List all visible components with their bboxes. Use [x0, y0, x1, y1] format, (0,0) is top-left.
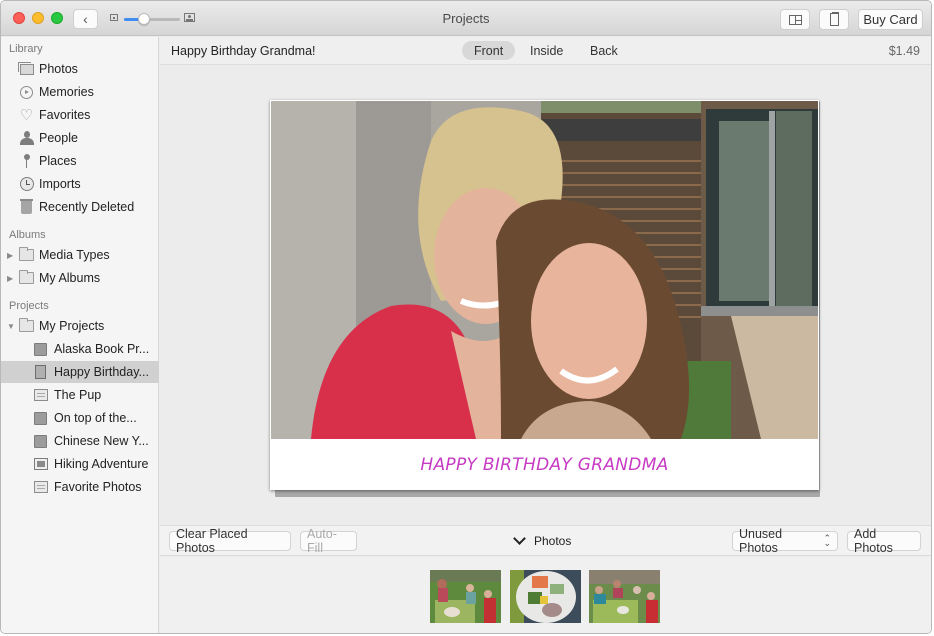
- price-label: $1.49: [888, 44, 920, 58]
- card-icon: [829, 12, 839, 26]
- disclosure-right-icon[interactable]: ▶: [7, 274, 13, 283]
- auto-fill-button[interactable]: Auto-Fill: [300, 527, 357, 555]
- clock-icon: [19, 177, 34, 191]
- updown-chevron-icon: ⌃ ⌄: [823, 532, 831, 548]
- sidebar-item-favorites[interactable]: ♡ Favorites: [1, 104, 159, 126]
- sidebar-item-places[interactable]: Places: [1, 150, 159, 172]
- sidebar-item-on-top-of-the[interactable]: On top of the...: [1, 407, 159, 429]
- folder-icon: [19, 247, 34, 261]
- folder-icon: [19, 270, 34, 284]
- calendar-icon: [33, 481, 48, 493]
- disclosure-right-icon[interactable]: ▶: [7, 251, 13, 260]
- project-header: Happy Birthday Grandma! Front Inside Bac…: [160, 37, 931, 65]
- person-icon: [19, 131, 34, 145]
- sidebar-item-label: My Projects: [39, 319, 105, 333]
- sidebar-item-memories[interactable]: Memories: [1, 81, 159, 103]
- pin-icon: [23, 154, 31, 168]
- sidebar-item-label: On top of the...: [54, 411, 137, 425]
- tab-front[interactable]: Front: [462, 41, 516, 60]
- layout-icon: [788, 14, 802, 25]
- sidebar-item-label: Hiking Adventure: [54, 457, 149, 471]
- book-icon: [34, 342, 47, 356]
- add-photos-button[interactable]: Add Photos: [847, 527, 921, 555]
- sidebar-item-label: The Pup: [54, 388, 102, 402]
- sidebar-item-my-albums[interactable]: ▶ My Albums: [1, 267, 159, 289]
- photo-thumbnail[interactable]: [589, 570, 660, 623]
- card-format-button[interactable]: [819, 9, 849, 30]
- disclosure-down-icon[interactable]: ▼: [7, 322, 15, 331]
- sidebar-item-label: Media Types: [39, 248, 110, 262]
- sidebar-item-alaska-book[interactable]: Alaska Book Pr...: [1, 338, 159, 360]
- photo-filter-select[interactable]: Unused Photos ⌃ ⌄: [732, 527, 838, 555]
- sidebar-item-label: Alaska Book Pr...: [54, 342, 150, 356]
- buy-card-button[interactable]: Buy Card: [858, 9, 923, 30]
- calendar-icon: [33, 389, 48, 401]
- sidebar-item-media-types[interactable]: ▶ Media Types: [1, 244, 159, 266]
- sidebar-item-the-pup[interactable]: The Pup: [1, 384, 159, 406]
- project-title: Happy Birthday Grandma!: [171, 44, 316, 58]
- sidebar-item-label: Memories: [39, 85, 94, 99]
- clear-placed-photos-button[interactable]: Clear Placed Photos: [169, 527, 291, 555]
- photos-toggle[interactable]: Photos: [513, 532, 572, 548]
- card-canvas: HAPPY BIRTHDAY GRANDMA Options: [160, 66, 931, 554]
- tab-back[interactable]: Back: [578, 41, 630, 60]
- heart-icon: ♡: [19, 106, 34, 124]
- photos-icon: [17, 61, 34, 75]
- book-icon: [34, 434, 47, 448]
- photo-thumbnail[interactable]: [430, 570, 501, 623]
- sidebar-item-label: Recently Deleted: [39, 200, 135, 214]
- photos-window: ‹ Projects Buy Card Library Photos Memor…: [0, 0, 932, 634]
- sidebar-item-happy-birthday[interactable]: Happy Birthday...: [1, 361, 159, 383]
- sidebar-item-label: My Albums: [39, 271, 101, 285]
- sidebar-item-label: Chinese New Y...: [54, 434, 149, 448]
- sidebar-item-label: Favorites: [39, 108, 91, 122]
- sidebar-item-imports[interactable]: Imports: [1, 173, 159, 195]
- layout-button[interactable]: [780, 9, 810, 30]
- sidebar-item-hiking-adventure[interactable]: Hiking Adventure: [1, 453, 159, 475]
- chevron-down-icon: [513, 532, 526, 545]
- folder-icon: [19, 318, 34, 332]
- sidebar-item-label: Photos: [39, 62, 78, 76]
- section-label-albums: Albums: [9, 229, 46, 241]
- sidebar-item-my-projects[interactable]: ▼ My Projects: [1, 315, 159, 337]
- photo-tray: [160, 557, 931, 633]
- sidebar-item-recently-deleted[interactable]: Recently Deleted: [1, 196, 159, 218]
- card-icon: [35, 365, 46, 379]
- section-label-library: Library: [9, 43, 43, 55]
- photos-toolbar: Clear Placed Photos Auto-Fill Photos Unu…: [160, 525, 931, 556]
- sidebar-item-label: Imports: [39, 177, 81, 191]
- photo-thumbnail[interactable]: [510, 570, 581, 623]
- main-content: Happy Birthday Grandma! Front Inside Bac…: [160, 37, 931, 633]
- sidebar-item-photos[interactable]: Photos: [1, 58, 159, 80]
- sidebar-item-people[interactable]: People: [1, 127, 159, 149]
- sidebar: Library Photos Memories ♡ Favorites Peop…: [1, 37, 159, 633]
- trash-icon: [20, 199, 33, 214]
- photo-filter-value: Unused Photos: [739, 527, 783, 555]
- sidebar-item-chinese-new-year[interactable]: Chinese New Y...: [1, 430, 159, 452]
- sidebar-item-label: People: [39, 131, 78, 145]
- book-icon: [34, 411, 47, 425]
- memories-icon: [20, 85, 33, 99]
- card-caption[interactable]: HAPPY BIRTHDAY GRANDMA: [270, 439, 819, 490]
- sidebar-item-label: Favorite Photos: [54, 480, 142, 494]
- title-bar: ‹ Projects Buy Card: [1, 1, 931, 36]
- section-label-projects: Projects: [9, 300, 49, 312]
- tab-inside[interactable]: Inside: [518, 41, 575, 60]
- sidebar-item-favorite-photos[interactable]: Favorite Photos: [1, 476, 159, 498]
- card-front: HAPPY BIRTHDAY GRANDMA: [270, 100, 819, 490]
- sidebar-item-label: Happy Birthday...: [54, 365, 149, 379]
- slideshow-icon: [33, 458, 48, 470]
- photos-toggle-label: Photos: [534, 534, 572, 548]
- sidebar-item-label: Places: [39, 154, 77, 168]
- card-photo[interactable]: [271, 101, 818, 439]
